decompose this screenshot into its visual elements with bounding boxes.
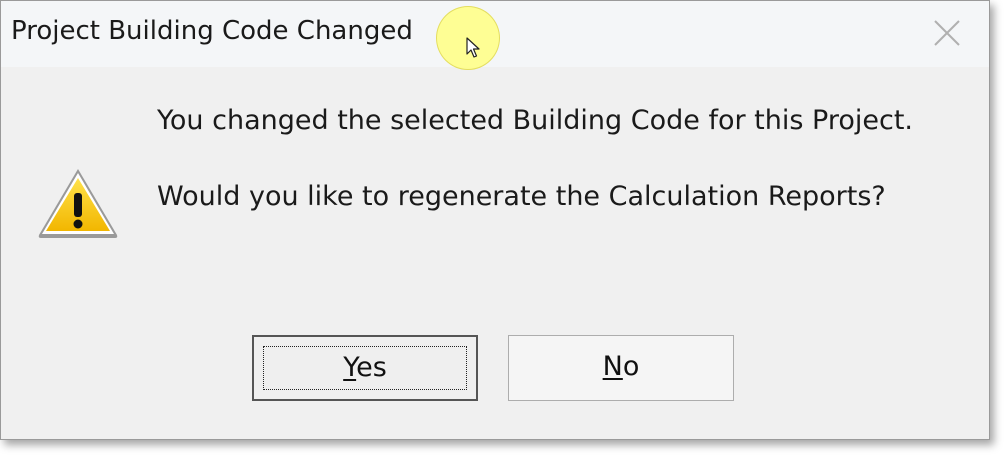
yes-label-rest: es [356,352,387,383]
no-button-label: No [603,351,640,382]
no-mnemonic: N [602,351,623,382]
yes-button[interactable]: Yes [252,335,478,401]
close-button[interactable] [929,15,965,51]
message-dialog: Project Building Code Changed You change… [0,0,990,440]
close-icon [934,20,960,46]
mouse-pointer-icon [466,37,480,63]
no-label-rest: o [622,351,640,382]
message-line-1: You changed the selected Building Code f… [157,105,913,136]
dialog-title: Project Building Code Changed [11,16,413,46]
yes-button-label: Yes [343,352,387,383]
warning-icon [35,165,121,245]
message-line-2: Would you like to regenerate the Calcula… [157,181,886,212]
yes-mnemonic: Y [343,352,357,383]
no-button[interactable]: No [508,335,734,401]
